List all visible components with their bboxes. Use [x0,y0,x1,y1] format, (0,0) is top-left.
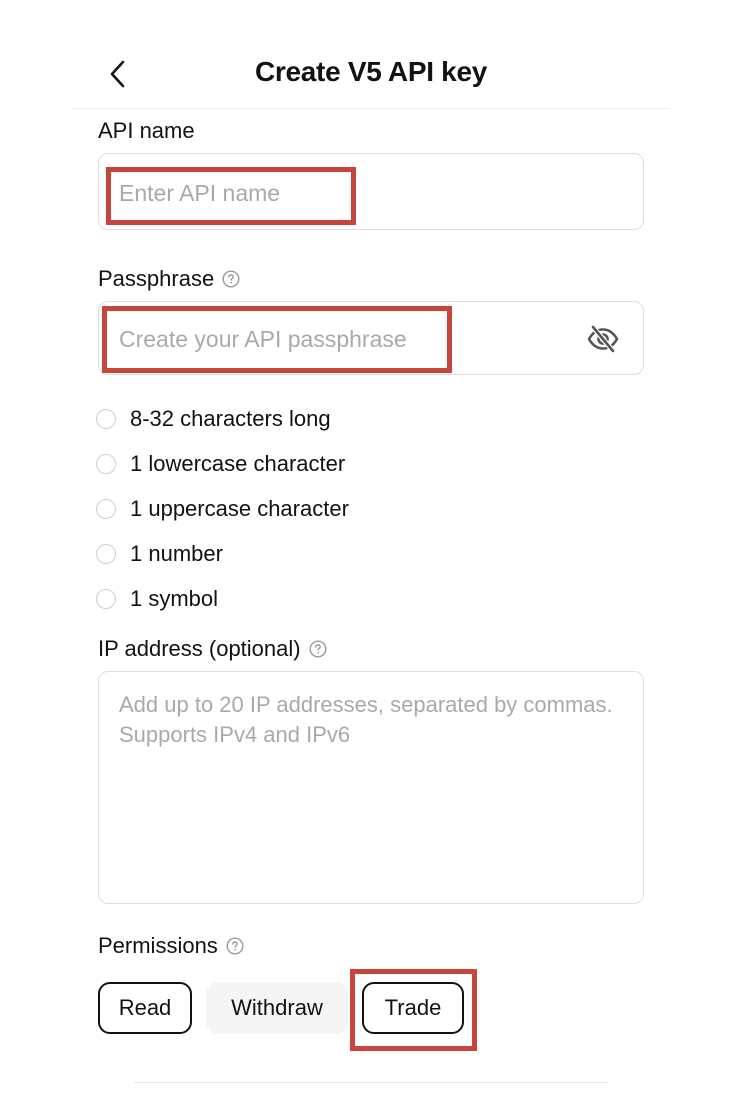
passphrase-label-text: Passphrase [98,266,215,291]
rule-item: 8-32 characters long [96,396,349,441]
passphrase-input[interactable] [119,324,569,354]
api-name-field[interactable] [98,153,644,230]
permission-withdraw-button[interactable]: Withdraw [206,982,348,1034]
rule-status-indicator [96,453,116,474]
rule-label: 1 number [130,540,223,566]
ip-address-label: IP address (optional) [98,636,327,662]
question-circle-icon[interactable] [226,937,244,955]
page-title: Create V5 API key [255,56,487,87]
header-bar: Create V5 API key [72,40,670,109]
rule-item: 1 symbol [96,576,349,621]
permission-trade-button[interactable]: Trade [362,982,464,1034]
permissions-label-text: Permissions [98,933,218,958]
visibility-toggle-button[interactable] [585,322,621,356]
permissions-label: Permissions [98,933,244,959]
passphrase-field[interactable] [98,301,644,375]
question-circle-icon[interactable] [222,270,240,288]
rule-item: 1 lowercase character [96,441,349,486]
footer-divider [134,1082,608,1083]
api-name-input[interactable] [119,178,619,208]
eye-off-icon [587,324,619,354]
passphrase-rules-list: 8-32 characters long 1 lowercase charact… [96,396,349,621]
api-name-label: API name [98,118,195,144]
question-circle-icon[interactable] [309,640,327,658]
rule-label: 1 lowercase character [130,450,346,476]
rule-label: 8-32 characters long [130,405,331,431]
permissions-options: Read Withdraw Trade [98,982,464,1034]
ip-address-textarea[interactable] [119,690,619,885]
rule-status-indicator [96,588,116,609]
rule-label: 1 symbol [130,585,219,611]
ip-address-field[interactable] [98,671,644,904]
rule-label: 1 uppercase character [130,495,349,521]
rule-status-indicator [96,408,116,429]
api-name-label-text: API name [98,118,195,143]
rule-item: 1 uppercase character [96,486,349,531]
permission-read-button[interactable]: Read [98,982,192,1034]
rule-status-indicator [96,543,116,564]
rule-item: 1 number [96,531,349,576]
ip-address-label-text: IP address (optional) [98,636,301,661]
rule-status-indicator [96,498,116,519]
passphrase-label: Passphrase [98,266,240,292]
